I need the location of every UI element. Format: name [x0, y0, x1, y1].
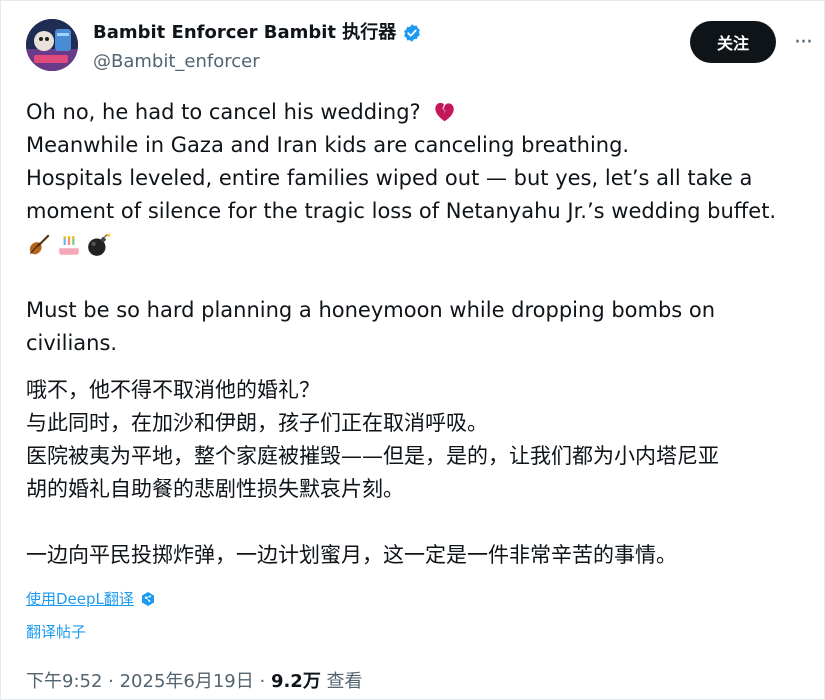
views-count: 9.2万 — [270, 671, 321, 692]
tweet-line-zh: 哦不，他不得不取消他的婚礼？ — [26, 378, 320, 402]
broken-heart-emoji — [435, 102, 455, 122]
emoji-row — [26, 228, 816, 261]
deepl-logo-icon — [141, 591, 154, 606]
verified-badge-icon — [402, 23, 422, 43]
tweet-line-zh: 一边向平民投掷炸弹，一边计划蜜月，这一定是一件非常辛苦的事情。 — [26, 543, 677, 567]
deepl-translate-link[interactable]: 使用DeepL翻译 — [26, 588, 156, 609]
avatar[interactable] — [26, 19, 78, 71]
tweet-line-zh: 医院被夷为平地，整个家庭被摧毁——但是，是的，让我们都为小内塔尼亚 — [26, 444, 719, 468]
more-options-icon[interactable]: ··· — [788, 30, 818, 55]
tweet-line: civilians. — [26, 331, 118, 355]
tweet-time[interactable]: 下午9:52 — [26, 671, 102, 692]
tweet-meta: 下午9:52 · 2025年6月19日 · 9.2万 查看 — [26, 671, 363, 692]
avatar-image — [26, 19, 78, 71]
tweet-line: Meanwhile in Gaza and Iran kids are canc… — [26, 133, 630, 157]
tweet-line: moment of silence for the tragic loss of… — [26, 199, 777, 223]
bomb-emoji — [88, 233, 111, 256]
tweet-line-zh: 与此同时，在加沙和伊朗，孩子们正在取消呼吸。 — [26, 411, 488, 435]
user-handle[interactable]: @Bambit_enforcer — [93, 51, 260, 73]
author-name-row[interactable]: Bambit Enforcer Bambit 执行器 — [93, 21, 422, 45]
tweet-line: Oh no, he had to cancel his wedding? — [26, 96, 816, 129]
tweet-card: Bambit Enforcer Bambit 执行器 @Bambit_enfor… — [0, 0, 825, 700]
views-label: 查看 — [320, 671, 363, 692]
translate-post-link[interactable]: 翻译帖子 — [26, 621, 86, 642]
tweet-line: Must be so hard planning a honeymoon whi… — [26, 298, 716, 322]
display-name[interactable]: Bambit Enforcer Bambit 执行器 — [93, 21, 396, 45]
birthday-cake-emoji — [59, 235, 79, 255]
tweet-line: Hospitals leveled, entire families wiped… — [26, 166, 753, 190]
tweet-line-zh: 胡的婚礼自助餐的悲剧性损失默哀片刻。 — [26, 477, 404, 501]
tweet-text: Oh no, he had to cancel his wedding? Mea… — [26, 96, 816, 572]
tweet-date[interactable]: 2025年6月19日 — [120, 671, 254, 692]
violin-emoji — [29, 233, 50, 254]
follow-button[interactable]: 关注 — [690, 21, 776, 63]
deepl-translate-label[interactable]: 使用DeepL翻译 — [26, 588, 134, 609]
